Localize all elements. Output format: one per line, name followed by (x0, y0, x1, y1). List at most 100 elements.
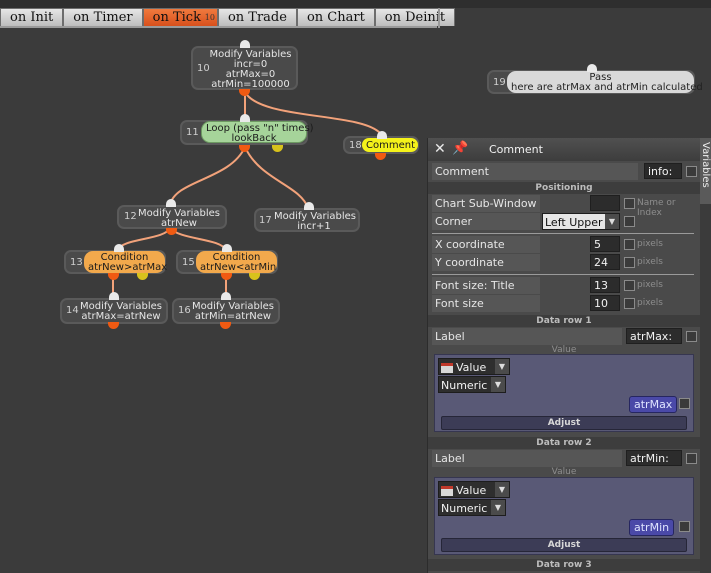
name-input[interactable]: info: (644, 163, 682, 179)
node-line: atrNew>atrMax (88, 262, 168, 273)
font-size-label: Font size (432, 295, 540, 312)
adjust-button[interactable]: Adjust (441, 538, 687, 552)
font-size-row: Font size 10 pixels (432, 295, 698, 312)
x-coordinate-label: X coordinate (432, 236, 540, 253)
variables-side-tab[interactable]: Variables (699, 138, 711, 204)
font-title-row: Font size: Title 13 pixels (432, 277, 698, 294)
chevron-down-icon: ▼ (495, 482, 509, 497)
wire-12-15 (169, 227, 227, 251)
y-coordinate-input[interactable]: 24 (590, 254, 620, 270)
x-coordinate-checkbox[interactable] (624, 239, 635, 250)
font-size-checkbox[interactable] (624, 298, 635, 309)
node-number: 15 (182, 257, 195, 268)
value-format: Numeric (441, 502, 488, 515)
variable-pill[interactable]: atrMin (629, 519, 675, 536)
data-row-2-value-group: Value ▼ Numeric ▼ atrMin Adjust (434, 477, 694, 555)
panel-titlebar: ✕ 📌 Comment (428, 138, 700, 161)
adjust-button[interactable]: Adjust (441, 416, 687, 430)
node-line: here are atrMax and atrMin calculated (511, 82, 703, 93)
calendar-icon (441, 363, 453, 373)
node-modify-variables-10[interactable]: Modify Variables incr=0 atrMax=0 atrMin=… (191, 46, 298, 90)
data-row-1-header: Data row 1 (428, 315, 700, 327)
value-type: Value (456, 484, 487, 497)
node-modify-variables-16[interactable]: Modify Variables atrMin=atrNew 16 (172, 298, 280, 324)
corner-select[interactable]: Left Upper ▼ (542, 213, 620, 230)
corner-row: Corner Left Upper ▼ (432, 213, 698, 230)
label-caption: Label (432, 328, 622, 345)
chevron-down-icon: ▼ (605, 214, 619, 229)
close-icon[interactable]: ✕ (434, 141, 446, 157)
value-format-select[interactable]: Numeric ▼ (438, 376, 506, 393)
node-number: 13 (70, 257, 83, 268)
corner-checkbox[interactable] (624, 216, 635, 227)
separator (432, 274, 694, 275)
separator (432, 233, 694, 234)
corner-value: Left Upper (545, 216, 603, 229)
chart-subwindow-input[interactable] (590, 195, 620, 211)
value-caption: Value (551, 467, 577, 477)
node-number: 19 (493, 77, 506, 88)
node-modify-variables-12[interactable]: Modify Variables atrNew 12 (117, 205, 227, 229)
corner-label: Corner (432, 213, 540, 230)
value-format-select[interactable]: Numeric ▼ (438, 499, 506, 516)
panel-title: Comment (489, 143, 543, 156)
font-title-checkbox[interactable] (624, 280, 635, 291)
data-row-2-value-checkbox[interactable] (679, 521, 690, 532)
node-modify-variables-17[interactable]: Modify Variables incr+1 17 (254, 208, 360, 232)
input-connector[interactable] (222, 244, 232, 252)
label-caption: Label (432, 450, 622, 467)
value-type-select[interactable]: Value ▼ (438, 358, 510, 375)
data-row-2-label-row: Label atrMin: (432, 450, 698, 467)
pixels-hint: pixels (637, 298, 663, 308)
condition-label: Condition atrNew>atrMax (84, 251, 168, 273)
node-number: 18 (349, 140, 362, 151)
wire-11-12 (169, 146, 246, 206)
value-type-select[interactable]: Value ▼ (438, 481, 510, 498)
data-row-2-label-input[interactable]: atrMin: (626, 450, 682, 466)
node-line: atrMin=100000 (211, 79, 290, 90)
wire-12-13 (117, 227, 171, 251)
y-coordinate-checkbox[interactable] (624, 257, 635, 268)
chevron-down-icon: ▼ (491, 377, 505, 392)
data-row-1-label-checkbox[interactable] (686, 331, 697, 342)
node-modify-variables-14[interactable]: Modify Variables atrMax=atrNew 14 (60, 298, 168, 324)
pin-icon[interactable]: 📌 (452, 141, 468, 156)
x-coordinate-row: X coordinate 5 pixels (432, 236, 698, 253)
node-title: Comment (366, 140, 415, 151)
data-row-2-header: Data row 2 (428, 437, 700, 449)
input-connector[interactable] (240, 114, 250, 122)
input-connector[interactable] (221, 292, 231, 300)
chart-subwindow-checkbox[interactable] (624, 198, 635, 209)
input-connector[interactable] (240, 40, 250, 48)
node-number: 10 (197, 63, 210, 74)
node-line: atrMax=atrNew (81, 311, 161, 322)
input-connector[interactable] (114, 244, 124, 252)
variable-pill[interactable]: atrMax (629, 396, 678, 413)
input-connector[interactable] (304, 202, 314, 210)
side-tab-label: Variables (700, 142, 711, 188)
data-row-1-value-checkbox[interactable] (679, 398, 690, 409)
name-checkbox[interactable] (686, 166, 697, 177)
y-coordinate-label: Y coordinate (432, 254, 540, 271)
data-row-1-label-input[interactable]: atrMax: (626, 328, 682, 344)
data-row-1-value-group: Value ▼ Numeric ▼ atrMax Adjust (434, 354, 694, 432)
data-row-2-label-checkbox[interactable] (686, 453, 697, 464)
input-connector[interactable] (109, 292, 119, 300)
input-connector[interactable] (377, 131, 387, 139)
node-line: atrNew<atrMin (200, 262, 277, 273)
loop-label: Loop (pass "n" times) lookBack (201, 121, 314, 144)
x-coordinate-input[interactable]: 5 (590, 236, 620, 252)
chart-subwindow-row: Chart Sub-Window Name or Index (432, 195, 698, 218)
data-row-1-label-row: Label atrMax: (432, 328, 698, 345)
input-connector[interactable] (166, 199, 176, 207)
pixels-hint: pixels (637, 280, 663, 290)
input-connector[interactable] (587, 64, 597, 72)
y-coordinate-row: Y coordinate 24 pixels (432, 254, 698, 271)
value-format: Numeric (441, 379, 488, 392)
node-line: atrMin=atrNew (194, 311, 272, 322)
font-title-input[interactable]: 13 (590, 277, 620, 293)
positioning-header: Positioning (428, 182, 700, 194)
chevron-down-icon: ▼ (495, 359, 509, 374)
pass-label: Pass here are atrMax and atrMin calculat… (507, 71, 703, 93)
font-size-input[interactable]: 10 (590, 295, 620, 311)
